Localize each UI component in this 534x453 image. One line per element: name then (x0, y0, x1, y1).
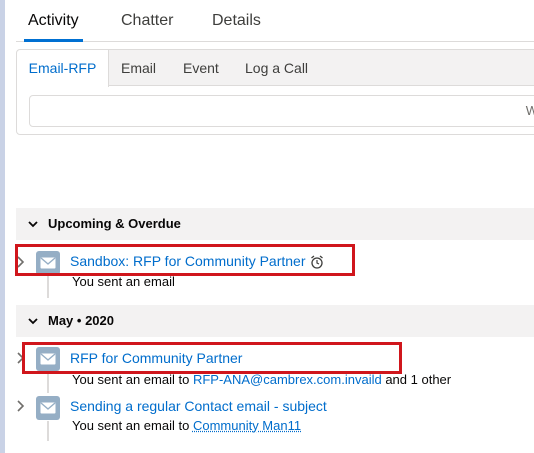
tab-activity[interactable]: Activity (28, 0, 79, 41)
highlight-box (15, 244, 355, 276)
tab-log-a-call[interactable]: Log a Call (245, 50, 308, 86)
tab-event[interactable]: Event (183, 50, 219, 86)
chevron-down-icon (26, 314, 40, 328)
recipient-link[interactable]: Community Man11 (193, 418, 301, 433)
recipient-link[interactable]: RFP-ANA@cambrex.com.invaild (193, 372, 382, 387)
section-upcoming-overdue[interactable]: Upcoming & Overdue (16, 208, 534, 240)
timeline-line (47, 276, 49, 298)
main-tabs: Activity Chatter Details (16, 0, 534, 42)
item-subtitle: You sent an email to Community Man11 (72, 418, 301, 433)
tab-details[interactable]: Details (212, 0, 261, 41)
composer-tabs: Email-RFP Email Event Log a Call (17, 50, 534, 86)
item-title-link[interactable]: Sending a regular Contact email - subjec… (70, 398, 327, 414)
tab-email-rfp[interactable]: Email-RFP (17, 50, 109, 87)
section-title: May • 2020 (48, 305, 114, 337)
section-title: Upcoming & Overdue (48, 208, 181, 240)
highlight-box (22, 342, 402, 374)
email-icon (36, 396, 60, 420)
composer-input[interactable]: W (29, 95, 534, 127)
timeline-item: Sending a regular Contact email - subjec… (16, 394, 534, 453)
item-subtitle: You sent an email (72, 274, 175, 289)
item-subtitle: You sent an email to RFP-ANA@cambrex.com… (72, 372, 451, 387)
activity-composer: Email-RFP Email Event Log a Call W (16, 49, 534, 135)
section-may-2020[interactable]: May • 2020 (16, 305, 534, 337)
chevron-right-icon[interactable] (16, 400, 26, 412)
tab-email[interactable]: Email (121, 50, 156, 86)
left-rail (0, 0, 5, 453)
chevron-down-icon (26, 217, 40, 231)
timeline-line (47, 421, 49, 441)
tab-chatter[interactable]: Chatter (121, 0, 173, 41)
timeline-line (47, 372, 49, 393)
